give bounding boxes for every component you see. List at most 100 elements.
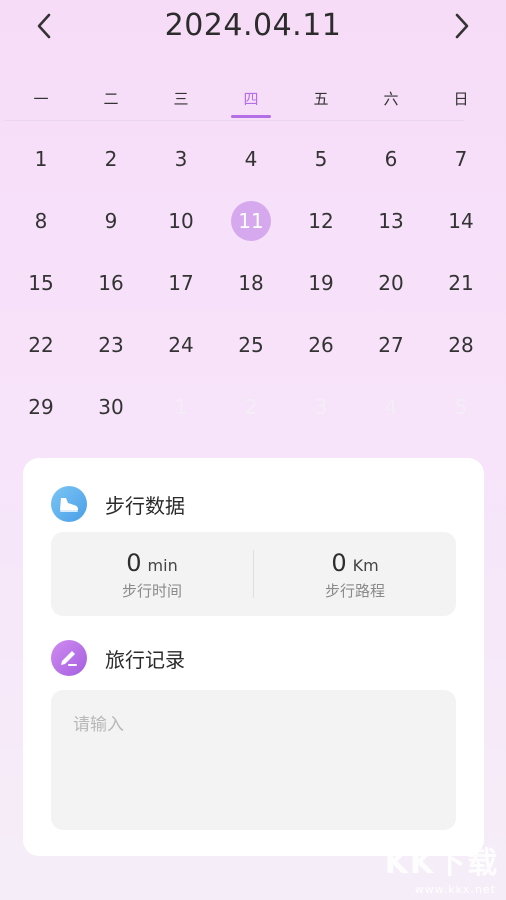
calendar-day-number: 27 <box>378 333 404 357</box>
calendar-day-number: 1 <box>174 395 188 419</box>
weekday-divider <box>4 120 464 121</box>
calendar-day-number: 12 <box>308 209 334 233</box>
calendar-day-number: 3 <box>174 147 188 171</box>
calendar-day[interactable]: 14 <box>426 190 496 252</box>
calendar-day[interactable]: 29 <box>6 376 76 438</box>
calendar-day[interactable]: 9 <box>76 190 146 252</box>
calendar-day-number: 24 <box>168 333 194 357</box>
calendar-day-number: 29 <box>28 395 54 419</box>
calendar-day[interactable]: 6 <box>356 128 426 190</box>
weekday-label: 日 <box>453 90 469 108</box>
calendar-day[interactable]: 5 <box>426 376 496 438</box>
travel-section-title: 旅行记录 <box>105 647 185 672</box>
calendar-day[interactable]: 18 <box>216 252 286 314</box>
calendar-day-number: 18 <box>238 271 264 295</box>
weekday-label: 三 <box>173 90 189 108</box>
pen-icon <box>51 640 87 676</box>
calendar-day[interactable]: 26 <box>286 314 356 376</box>
calendar-day[interactable]: 20 <box>356 252 426 314</box>
weekday-header: 一二三四五六日 <box>6 84 496 118</box>
calendar-day-number: 11 <box>231 201 271 241</box>
watermark: KK下载 www.kkx.net <box>382 838 502 898</box>
calendar-day-number: 6 <box>384 147 398 171</box>
calendar-day-number: 19 <box>308 271 334 295</box>
weekday-label: 六 <box>383 90 399 108</box>
calendar-day-number: 26 <box>308 333 334 357</box>
walking-distance-label: 步行路程 <box>324 581 385 600</box>
calendar-day[interactable]: 22 <box>6 314 76 376</box>
calendar-grid: 1 2 3 4 5 6 7 8 9 10 11 12 13 14 15 16 17 18 19 20 21 22 23 24 2… <box>6 128 496 438</box>
header: 2024.04.11 <box>0 0 506 56</box>
calendar-day-number: 10 <box>168 209 194 233</box>
calendar-day[interactable]: 3 <box>286 376 356 438</box>
calendar-day-number: 2 <box>104 147 118 171</box>
calendar-day[interactable]: 8 <box>6 190 76 252</box>
calendar-day[interactable]: 1 <box>6 128 76 190</box>
calendar-day-number: 13 <box>378 209 404 233</box>
calendar-day[interactable]: 28 <box>426 314 496 376</box>
weekday-label: 一 <box>33 90 49 108</box>
calendar-day-number: 25 <box>238 333 264 357</box>
calendar-day-number: 5 <box>314 147 328 171</box>
weekday-label: 四 <box>216 84 286 118</box>
calendar-day[interactable]: 30 <box>76 376 146 438</box>
calendar-day-number: 3 <box>314 395 328 419</box>
calendar-day[interactable]: 4 <box>216 128 286 190</box>
walking-distance-stat: 0 Km 步行路程 <box>254 532 456 616</box>
calendar-day-number: 15 <box>28 271 54 295</box>
watermark-logo: KK下载 <box>384 846 500 881</box>
info-card: 步行数据 0 min 步行时间 0 Km 步行路程 旅行记录 <box>23 458 484 856</box>
calendar-day[interactable]: 2 <box>216 376 286 438</box>
travel-note-input[interactable] <box>51 690 456 830</box>
calendar-day[interactable]: 2 <box>76 128 146 190</box>
calendar-day[interactable]: 7 <box>426 128 496 190</box>
calendar-day[interactable]: 16 <box>76 252 146 314</box>
weekday-label: 五 <box>313 90 329 108</box>
calendar-day-number: 9 <box>104 209 118 233</box>
calendar-day-number: 1 <box>34 147 48 171</box>
calendar-day[interactable]: 1 <box>146 376 216 438</box>
walking-section-header: 步行数据 <box>51 486 185 522</box>
calendar-day-number: 2 <box>244 395 258 419</box>
calendar-day-selected[interactable]: 11 <box>216 190 286 252</box>
calendar-day[interactable]: 12 <box>286 190 356 252</box>
calendar-day[interactable]: 3 <box>146 128 216 190</box>
calendar-day-number: 22 <box>28 333 54 357</box>
calendar-day[interactable]: 15 <box>6 252 76 314</box>
shoe-icon <box>51 486 87 522</box>
calendar-day[interactable]: 5 <box>286 128 356 190</box>
calendar-day[interactable]: 23 <box>76 314 146 376</box>
chevron-right-icon <box>455 13 469 39</box>
walking-distance-value: 0 <box>331 548 347 577</box>
calendar-day-number: 16 <box>98 271 124 295</box>
calendar-day-number: 14 <box>448 209 474 233</box>
calendar-day-number: 28 <box>448 333 474 357</box>
calendar-day-number: 21 <box>448 271 474 295</box>
calendar-day[interactable]: 13 <box>356 190 426 252</box>
walking-distance-unit: Km <box>352 555 379 575</box>
calendar-day-number: 4 <box>244 147 258 171</box>
calendar-day-number: 20 <box>378 271 404 295</box>
calendar-day[interactable]: 4 <box>356 376 426 438</box>
calendar-day-number: 23 <box>98 333 124 357</box>
next-month-button[interactable] <box>446 10 478 42</box>
date-title: 2024.04.11 <box>164 8 342 43</box>
calendar-day[interactable]: 21 <box>426 252 496 314</box>
travel-section-header: 旅行记录 <box>51 640 185 676</box>
calendar-day-number: 17 <box>168 271 194 295</box>
calendar-day[interactable]: 17 <box>146 252 216 314</box>
calendar-day-number: 8 <box>34 209 48 233</box>
watermark-url: www.kkx.net <box>414 883 496 896</box>
calendar-day[interactable]: 19 <box>286 252 356 314</box>
calendar-day[interactable]: 24 <box>146 314 216 376</box>
calendar-day[interactable]: 25 <box>216 314 286 376</box>
calendar-day-number: 4 <box>384 395 398 419</box>
walking-section-title: 步行数据 <box>105 493 185 518</box>
calendar-day-number: 7 <box>454 147 468 171</box>
calendar-day-number: 30 <box>98 395 124 419</box>
walking-time-stat: 0 min 步行时间 <box>51 532 253 616</box>
walking-time-value: 0 <box>126 548 142 577</box>
calendar-day[interactable]: 10 <box>146 190 216 252</box>
calendar-day[interactable]: 27 <box>356 314 426 376</box>
walking-time-unit: min <box>147 555 178 575</box>
